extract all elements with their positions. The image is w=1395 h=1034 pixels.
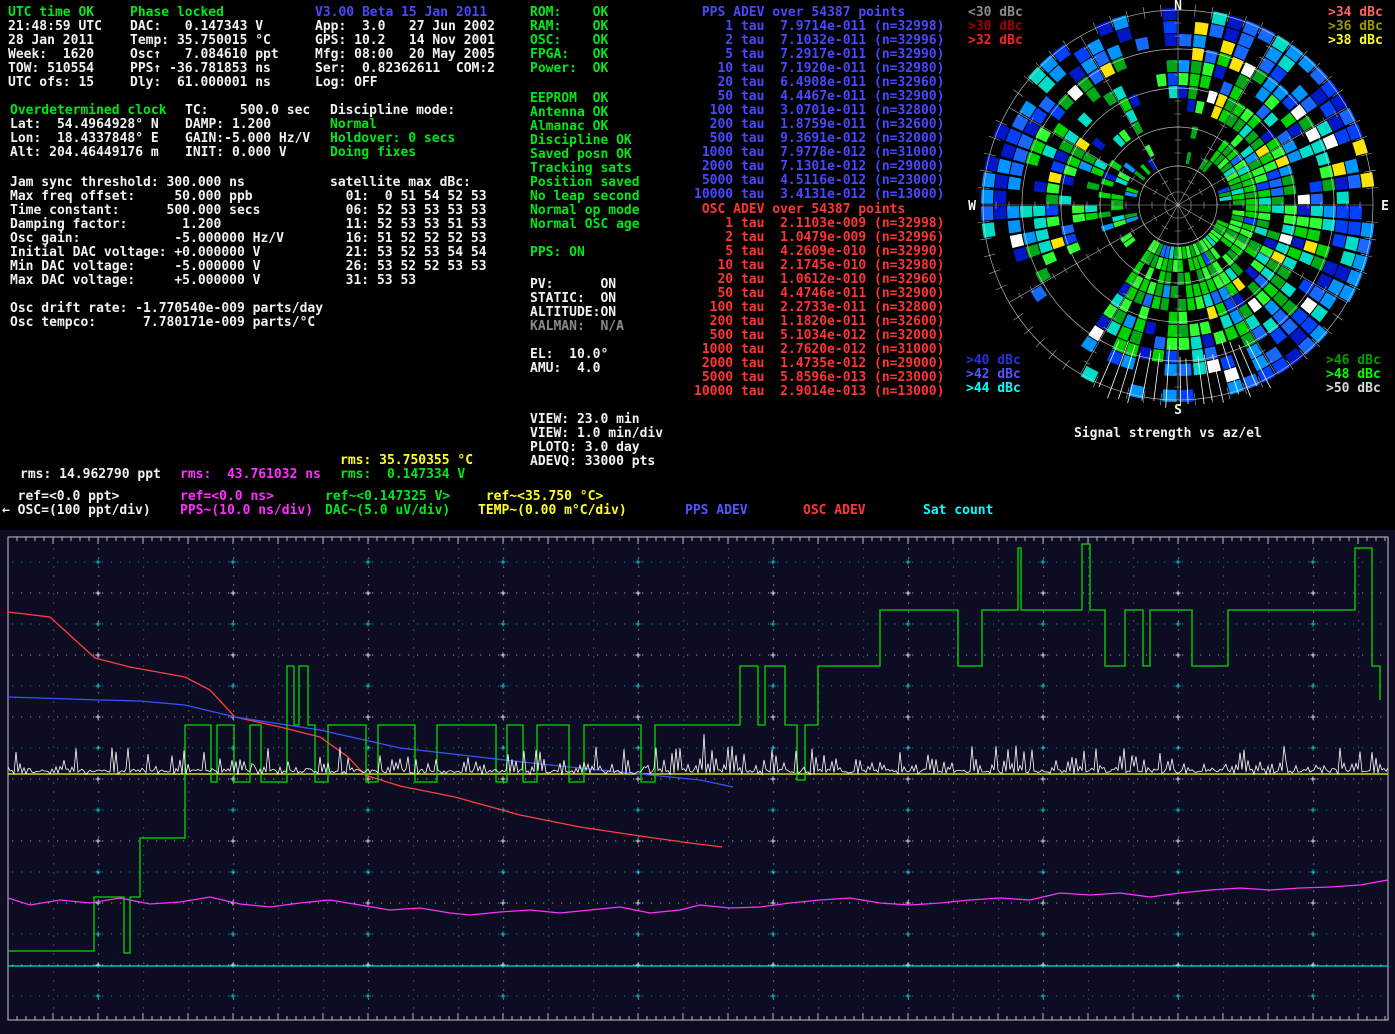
discipline-header: Discipline mode: bbox=[330, 104, 455, 118]
pps-adev-table: 1 tau 7.9714e-011 (n=32998) 2 tau 7.1032… bbox=[694, 20, 944, 202]
phase-lines: DAC: 0.147343 V Temp: 35.750015 °C Osc↑ … bbox=[130, 20, 279, 90]
legend-sat-count: Sat count bbox=[923, 504, 993, 518]
lady-heather-screen: UTC time OK 21:48:59 UTC 28 Jan 2011 Wee… bbox=[0, 0, 1395, 1034]
clock-header: Overdetermined clock bbox=[10, 104, 167, 118]
pps-adev-header: PPS ADEV over 54387 points bbox=[694, 6, 905, 20]
clock-lines: Lat: 54.4964928° N Lon: 18.4337848° E Al… bbox=[10, 118, 159, 160]
mask-lines: EL: 10.0° AMU: 4.0 bbox=[530, 348, 608, 376]
rms-dac: rms: 0.147334 V bbox=[340, 468, 465, 482]
compass-w-label: W bbox=[968, 199, 976, 214]
strip-chart bbox=[0, 530, 1395, 1034]
view-settings: VIEW: 23.0 min VIEW: 1.0 min/div PLOTQ: … bbox=[530, 413, 663, 469]
rms-osc: rms: 14.962790 ppt bbox=[20, 468, 161, 482]
fix-flags: PV: ON STATIC: ON ALTITUDE:ON bbox=[530, 278, 616, 320]
health-lines: ROM: OK RAM: OK OSC: OK FPGA: OK Power: … bbox=[530, 6, 608, 76]
legend-pps-adev: PPS ADEV bbox=[685, 504, 748, 518]
phase-header: Phase locked bbox=[130, 6, 224, 20]
signal-strength-polar-plot: N E W S bbox=[965, 0, 1395, 422]
jam-sync-lines: Jam sync threshold: 300.000 ns Max freq … bbox=[10, 176, 284, 288]
osc-adev-header: OSC ADEV over 54387 points bbox=[694, 203, 905, 217]
legend-osc-adev: OSC ADEV bbox=[803, 504, 866, 518]
polar-caption: Signal strength vs az/el bbox=[1074, 427, 1262, 441]
ref-osc-scale: ref=<0.0 ppt> ← OSC=(100 ppt/div) bbox=[2, 490, 151, 518]
compass-e-label: E bbox=[1381, 199, 1389, 214]
rms-pps: rms: 43.761032 ns bbox=[180, 468, 321, 482]
rms-temp: rms: 35.750355 °C bbox=[340, 454, 473, 468]
sat-dbc-header: satellite max dBc: bbox=[330, 176, 471, 190]
loop-lines: TC: 500.0 sec DAMP: 1.200 GAIN:-5.000 Hz… bbox=[185, 104, 310, 160]
utc-status-header: UTC time OK bbox=[8, 6, 94, 20]
ref-temp-scale: ref~<35.750 °C> TEMP~(0.00 m°C/div) bbox=[478, 490, 627, 518]
receiver-status-lines: EEPROM OK Antenna OK Almanac OK Discipli… bbox=[530, 92, 640, 232]
ref-pps-scale: ref=<0.0 ns> PPS~(10.0 ns/div) bbox=[180, 490, 313, 518]
compass-s-label: S bbox=[1174, 403, 1182, 418]
osc-adev-table: 1 tau 2.1103e-009 (n=32998) 2 tau 1.0479… bbox=[694, 217, 944, 399]
pps-state: PPS: ON bbox=[530, 246, 585, 260]
sat-dbc-lines: 01: 0 51 54 52 53 06: 52 53 53 53 53 11:… bbox=[330, 190, 487, 288]
compass-n-label: N bbox=[1174, 0, 1182, 14]
ref-dac-scale: ref~<0.147325 V> DAC~(5.0 uV/div) bbox=[325, 490, 450, 518]
discipline-lines: Normal Holdover: 0 secs Doing fixes bbox=[330, 118, 455, 160]
osc-drift-lines: Osc drift rate: -1.770540e-009 parts/day… bbox=[10, 302, 323, 330]
version-lines: App: 3.0 27 Jun 2002 GPS: 10.2 14 Nov 20… bbox=[315, 20, 495, 90]
utc-status-lines: 21:48:59 UTC 28 Jan 2011 Week: 1620 TOW:… bbox=[8, 20, 102, 90]
version-header: V3.00 Beta 15 Jan 2011 bbox=[315, 6, 487, 20]
kalman-flag: KALMAN: N/A bbox=[530, 320, 624, 334]
